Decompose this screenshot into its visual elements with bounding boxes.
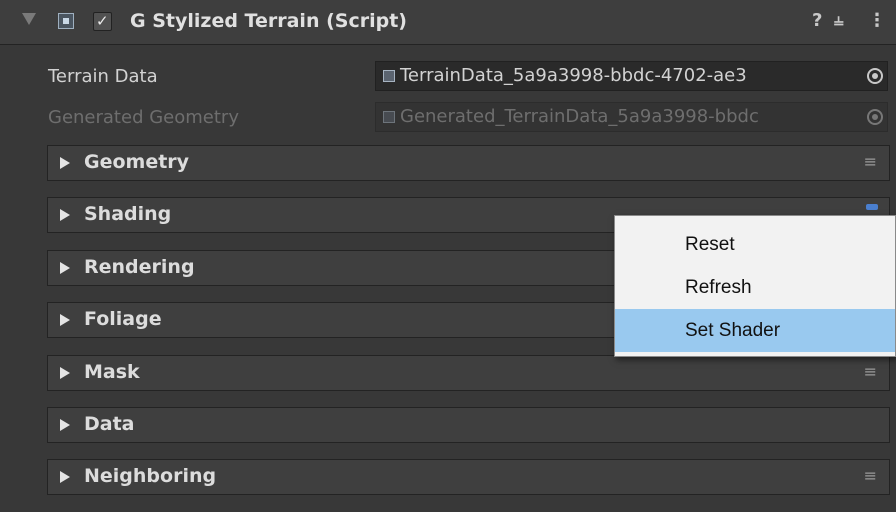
- section-label: Neighboring: [84, 465, 217, 487]
- section-geometry[interactable]: Geometry ≡: [47, 145, 890, 181]
- terrain-data-field[interactable]: TerrainData_5a9a3998-bbdc-4702-ae3: [375, 61, 888, 91]
- generated-geometry-asset-icon: [383, 111, 395, 123]
- generated-geometry-field: Generated_TerrainData_5a9a3998-bbdc: [375, 102, 888, 132]
- expand-arrow-icon: [60, 419, 70, 431]
- expand-arrow-icon: [60, 471, 70, 483]
- terrain-data-label: Terrain Data: [48, 66, 158, 87]
- expand-arrow-icon: [60, 367, 70, 379]
- expand-arrow-icon: [60, 314, 70, 326]
- section-neighboring[interactable]: Neighboring ≡: [47, 459, 890, 495]
- help-icon[interactable]: ?: [812, 10, 822, 31]
- menu-item-set-shader[interactable]: Set Shader: [615, 309, 895, 352]
- kebab-menu-icon[interactable]: ⋮: [868, 10, 886, 31]
- expand-arrow-icon: [60, 209, 70, 221]
- section-label: Rendering: [84, 256, 195, 278]
- section-label: Shading: [84, 203, 172, 225]
- enable-component-checkbox[interactable]: ✓: [93, 12, 112, 31]
- menu-item-label: Set Shader: [685, 320, 781, 341]
- terrain-data-asset-icon: [383, 70, 395, 82]
- section-label: Foliage: [84, 308, 162, 330]
- menu-item-label: Refresh: [685, 277, 752, 298]
- section-menu-icon[interactable]: ≡: [864, 362, 877, 381]
- section-menu-icon[interactable]: [866, 204, 878, 210]
- expand-arrow-icon: [60, 262, 70, 274]
- section-label: Data: [84, 413, 135, 435]
- expand-arrow-icon: [60, 157, 70, 169]
- context-menu: Reset Refresh Set Shader: [614, 215, 896, 357]
- generated-geometry-value: Generated_TerrainData_5a9a3998-bbdc: [400, 106, 759, 127]
- script-icon: [58, 13, 74, 29]
- component-title: G Stylized Terrain (Script): [130, 10, 407, 32]
- section-menu-icon[interactable]: ≡: [864, 152, 877, 171]
- checkmark-icon: ✓: [96, 12, 109, 30]
- section-label: Mask: [84, 361, 140, 383]
- foldout-arrow-icon[interactable]: [22, 13, 36, 25]
- object-picker-icon[interactable]: [867, 68, 883, 84]
- generated-geometry-label: Generated Geometry: [48, 107, 239, 128]
- section-menu-icon[interactable]: ≡: [864, 466, 877, 485]
- menu-item-refresh[interactable]: Refresh: [615, 266, 895, 309]
- object-picker-icon: [867, 109, 883, 125]
- section-label: Geometry: [84, 151, 190, 173]
- section-data[interactable]: Data: [47, 407, 890, 443]
- presets-icon[interactable]: ⫨: [834, 10, 844, 30]
- terrain-data-value: TerrainData_5a9a3998-bbdc-4702-ae3: [400, 65, 747, 86]
- menu-item-label: Reset: [685, 234, 735, 255]
- component-header[interactable]: ✓ G Stylized Terrain (Script) ? ⫨ ⋮: [0, 0, 896, 45]
- section-mask[interactable]: Mask ≡: [47, 355, 890, 391]
- menu-item-reset[interactable]: Reset: [615, 223, 895, 266]
